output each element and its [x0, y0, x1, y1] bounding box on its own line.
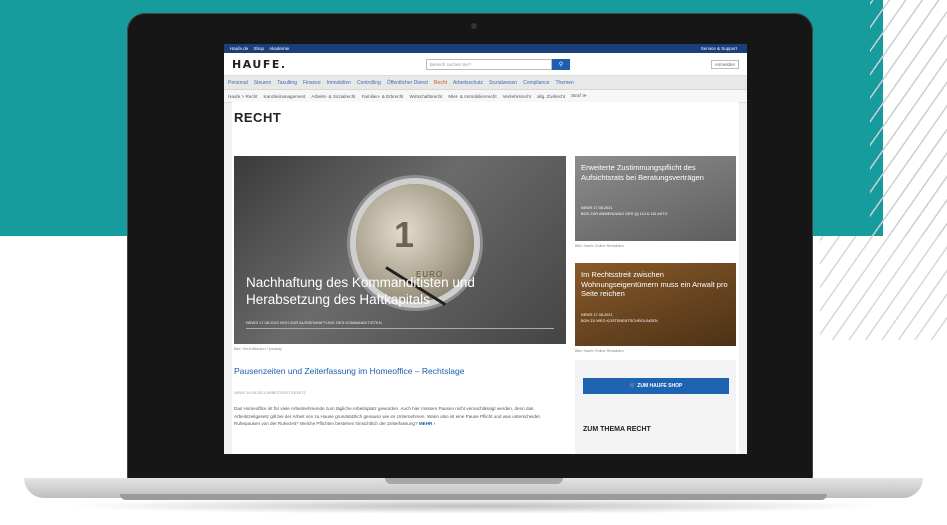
magnifier-icon: ⚲ — [558, 61, 564, 68]
side-teaser-weg[interactable]: Im Rechtsstreit zwischen Wohnungseigentü… — [575, 263, 736, 346]
nav-item-finance[interactable]: Finance — [303, 80, 321, 86]
search-button[interactable]: ⚲ — [552, 58, 570, 70]
coin-number: 1 — [394, 214, 415, 255]
side2-caption: Bild: Haufe Online Redaktion — [575, 349, 624, 353]
service-support-link[interactable]: Service & Support — [701, 46, 737, 51]
subnav-item-arbeitsrecht[interactable]: Arbeits- & Sozialrecht — [311, 94, 355, 99]
nav-item-compliance[interactable]: Compliance — [523, 80, 549, 86]
article-text: Das Homeoffice ist für viele Arbeitnehme… — [234, 405, 556, 428]
topbar-link-shop[interactable]: Shop — [254, 46, 265, 51]
haufe-logo[interactable]: HAUFE. — [232, 58, 426, 71]
hatch-pattern-lower — [820, 236, 947, 340]
nav-item-immobilien[interactable]: Immobilien — [327, 80, 351, 86]
side-teaser-aufsichtsrat[interactable]: Erweiterte Zustimmungspflicht des Aufsic… — [575, 156, 736, 241]
breadcrumb[interactable]: Haufe > Recht — [228, 94, 258, 99]
nav-item-steuern[interactable]: Steuern — [254, 80, 272, 86]
side1-title[interactable]: Erweiterte Zustimmungspflicht des Aufsic… — [581, 163, 729, 182]
top-bar: Haufe.de Shop Akademie Service & Support — [224, 44, 747, 53]
subnav-item-kanzleimanagement[interactable]: Kanzleimanagement — [264, 94, 306, 99]
subnav-item-wirtschaftsrecht[interactable]: Wirtschaftsrecht — [409, 94, 442, 99]
site-header: HAUFE. Bereich suchen Sie? ⚲ Anmelden — [224, 53, 747, 76]
browser-screen: Haufe.de Shop Akademie Service & Support… — [224, 44, 747, 454]
article-title[interactable]: Pausenzeiten und Zeiterfassung im Homeof… — [234, 366, 464, 376]
side2-meta-topic: BGH ZU WEG KOSTENENTSCHEIDUNGEN — [581, 319, 658, 323]
search-input[interactable]: Bereich suchen Sie? — [426, 58, 552, 70]
page-title: RECHT — [234, 110, 282, 125]
main-nav: Personal Steuern Taxulting Finance Immob… — [224, 76, 747, 90]
nav-item-oeffentlicher-dienst[interactable]: Öffentlicher Dienst — [387, 80, 428, 86]
side2-title[interactable]: Im Rechtsstreit zwischen Wohnungseigentü… — [581, 270, 729, 299]
nav-item-personal[interactable]: Personal — [228, 80, 248, 86]
side1-caption: Bild: Haufe Online Redaktion — [575, 244, 624, 248]
article-meta: NEWS 16.08.2021 ARBEITSZEITGESETZ — [234, 391, 306, 395]
nav-item-recht[interactable]: Recht — [434, 80, 447, 86]
laptop-base-edge — [120, 494, 827, 500]
side2-meta-date: NEWS 17.08.2021 — [581, 313, 613, 317]
subnav-item-familienrecht[interactable]: Familien- & Erbrecht — [362, 94, 404, 99]
hero-caption: Bild: Gerd Altmann / pixabay — [234, 347, 282, 351]
topbar-link-akademie[interactable]: Akademie — [269, 46, 289, 51]
side1-meta-date: NEWS 17.08.2021 — [581, 206, 613, 210]
hero-meta: NEWS 17.08.2021 BGH ZUR AUSSENHAFTUNG DE… — [246, 320, 382, 325]
subnav-item-zivilrecht[interactable]: allg. Zivilrecht — [537, 94, 565, 99]
nav-item-sozialwesen[interactable]: Sozialwesen — [489, 80, 517, 86]
login-button[interactable]: Anmelden — [710, 59, 739, 69]
thema-heading: ZUM THEMA RECHT — [583, 426, 651, 433]
subnav-item-mietrecht[interactable]: Miet- & Immobilienrecht — [448, 94, 496, 99]
nav-item-taxulting[interactable]: Taxulting — [277, 80, 297, 86]
shop-box: 🛒 ZUM HAUFE SHOP ZUM THEMA RECHT — [575, 360, 736, 454]
article-body: Das Homeoffice ist für viele Arbeitnehme… — [234, 406, 540, 426]
subnav-item-strafrecht[interactable]: Straf ≫ — [571, 93, 587, 99]
nav-item-arbeitsschutz[interactable]: Arbeitsschutz — [453, 80, 483, 86]
topbar-link-haufe[interactable]: Haufe.de — [230, 46, 248, 51]
laptop-shadow — [60, 498, 887, 514]
main-content: RECHT 1 EURO Nachhaftung des Kommanditis… — [232, 102, 739, 454]
laptop-notch — [385, 478, 563, 484]
hero-title[interactable]: Nachhaftung des Kommanditisten und Herab… — [246, 274, 546, 308]
nav-item-controlling[interactable]: Controlling — [357, 80, 381, 86]
nav-item-themen[interactable]: Themen — [555, 80, 573, 86]
haufe-shop-button[interactable]: 🛒 ZUM HAUFE SHOP — [583, 378, 729, 394]
more-link[interactable]: MEHR › — [419, 421, 435, 426]
subnav-item-verkehrsrecht[interactable]: Verkehrsrecht — [503, 94, 531, 99]
hero-divider — [246, 328, 554, 329]
webcam — [471, 23, 477, 29]
hero-teaser[interactable]: 1 EURO Nachhaftung des Kommanditisten un… — [234, 156, 566, 344]
side1-meta-topic: BGH ZUR ANWENDUNG DER §§ 114 & 115 AKTG — [581, 212, 668, 216]
